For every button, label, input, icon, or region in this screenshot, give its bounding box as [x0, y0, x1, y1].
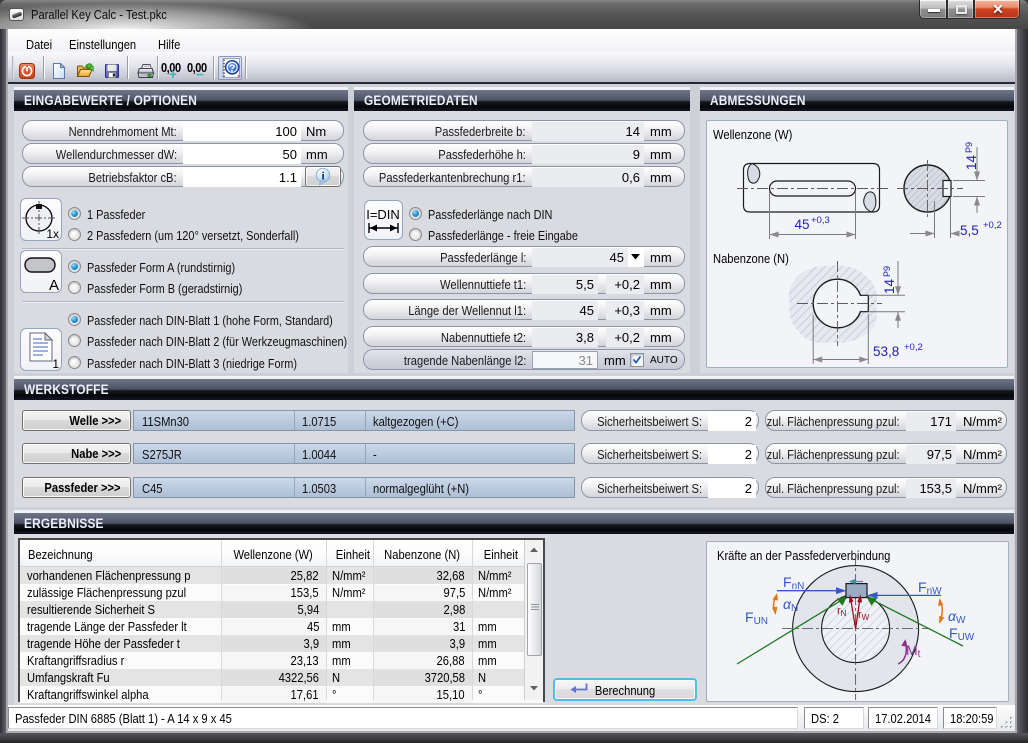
svg-text:14: 14: [882, 278, 897, 294]
svg-text:1: 1: [52, 357, 59, 370]
svg-text:14: 14: [964, 154, 979, 170]
svg-text:53,8: 53,8: [873, 344, 899, 359]
svg-text:A: A: [49, 277, 59, 293]
svg-text:FnW: FnW: [918, 579, 942, 597]
svg-text:1x: 1x: [46, 227, 59, 240]
svg-text:P9: P9: [964, 142, 974, 153]
svg-text:FUN: FUN: [745, 609, 768, 627]
svg-text:45: 45: [794, 217, 809, 232]
svg-text:P9: P9: [882, 266, 892, 277]
svg-text:FnN: FnN: [783, 574, 804, 592]
svg-text:αN: αN: [783, 596, 798, 614]
svg-text:5,5: 5,5: [960, 223, 979, 238]
svg-text:+0,2: +0,2: [983, 220, 1002, 231]
svg-text:?: ?: [229, 62, 235, 74]
svg-text:αW: αW: [948, 608, 966, 626]
svg-text:I=DIN: I=DIN: [366, 207, 400, 222]
svg-text:+0,3: +0,3: [811, 215, 830, 226]
svg-text:FUW: FUW: [949, 625, 975, 643]
svg-text:+0,2: +0,2: [904, 342, 923, 353]
svg-text:Mt: Mt: [906, 642, 921, 660]
